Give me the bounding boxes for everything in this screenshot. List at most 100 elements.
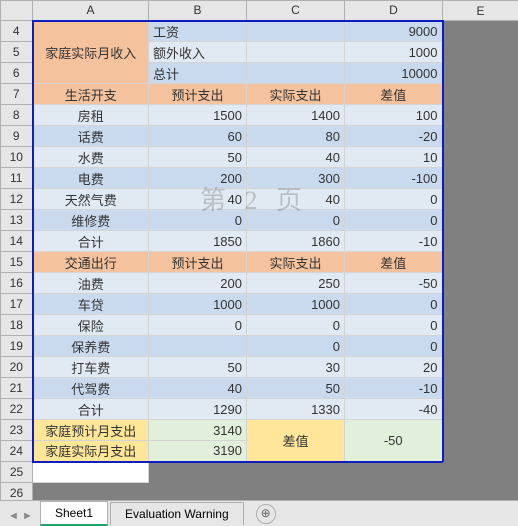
- row-header[interactable]: 25: [1, 462, 33, 483]
- row-header[interactable]: 18: [1, 315, 33, 336]
- cell[interactable]: 合计: [33, 399, 149, 420]
- cell[interactable]: 40: [149, 378, 247, 399]
- cell[interactable]: 200: [149, 273, 247, 294]
- row-header[interactable]: 23: [1, 420, 33, 441]
- row-header[interactable]: 7: [1, 84, 33, 105]
- cell[interactable]: 1000: [247, 294, 345, 315]
- cell[interactable]: 1000: [149, 294, 247, 315]
- row-header[interactable]: 26: [1, 483, 33, 501]
- col-header[interactable]: C: [247, 1, 345, 21]
- sheet-tab[interactable]: Evaluation Warning: [110, 502, 244, 525]
- cell-empty[interactable]: [345, 483, 443, 501]
- cell-diff-label[interactable]: 差值: [247, 420, 345, 462]
- cell[interactable]: 房租: [33, 105, 149, 126]
- cell[interactable]: 1000: [345, 42, 443, 63]
- cell[interactable]: 维修费: [33, 210, 149, 231]
- cell[interactable]: 1860: [247, 231, 345, 252]
- row-header[interactable]: 15: [1, 252, 33, 273]
- cell-empty[interactable]: [443, 420, 518, 441]
- spreadsheet-area[interactable]: 第 2 页 A B C D E 4 家庭实际月收入 工资 9000 5 额外收入…: [0, 0, 518, 500]
- cell-empty[interactable]: [247, 483, 345, 501]
- cell[interactable]: [247, 21, 345, 42]
- cell[interactable]: 合计: [33, 231, 149, 252]
- cell[interactable]: 话费: [33, 126, 149, 147]
- row-header[interactable]: 21: [1, 378, 33, 399]
- cell-diff-value[interactable]: -50: [345, 420, 443, 462]
- cell[interactable]: 30: [247, 357, 345, 378]
- cell-empty[interactable]: [443, 126, 518, 147]
- cell[interactable]: 1400: [247, 105, 345, 126]
- col-header[interactable]: A: [33, 1, 149, 21]
- col-header[interactable]: D: [345, 1, 443, 21]
- row-header[interactable]: 12: [1, 189, 33, 210]
- row-header[interactable]: 5: [1, 42, 33, 63]
- cell[interactable]: -10: [345, 231, 443, 252]
- cell-empty[interactable]: [443, 63, 518, 84]
- cell[interactable]: 1330: [247, 399, 345, 420]
- cell-empty[interactable]: [443, 21, 518, 42]
- select-all-corner[interactable]: [1, 1, 33, 21]
- cell[interactable]: [33, 462, 149, 483]
- sheet-tab-active[interactable]: Sheet1: [40, 501, 108, 526]
- cell[interactable]: [149, 336, 247, 357]
- cell[interactable]: 80: [247, 126, 345, 147]
- cell[interactable]: 生活开支: [33, 84, 149, 105]
- cell-empty[interactable]: [443, 441, 518, 462]
- row-header[interactable]: 14: [1, 231, 33, 252]
- cell[interactable]: 预计支出: [149, 252, 247, 273]
- cell[interactable]: 0: [247, 336, 345, 357]
- cell-empty[interactable]: [443, 399, 518, 420]
- cell[interactable]: 0: [345, 210, 443, 231]
- cell[interactable]: 60: [149, 126, 247, 147]
- cell-empty[interactable]: [247, 462, 345, 483]
- row-header[interactable]: 8: [1, 105, 33, 126]
- cell[interactable]: 车贷: [33, 294, 149, 315]
- cell[interactable]: 0: [149, 315, 247, 336]
- cell[interactable]: 0: [247, 210, 345, 231]
- cell-empty[interactable]: [443, 42, 518, 63]
- cell[interactable]: 50: [149, 147, 247, 168]
- cell[interactable]: 预计支出: [149, 84, 247, 105]
- cell[interactable]: 0: [345, 189, 443, 210]
- cell-empty[interactable]: [443, 336, 518, 357]
- cell[interactable]: 0: [345, 294, 443, 315]
- col-header[interactable]: E: [443, 1, 518, 21]
- cell[interactable]: 250: [247, 273, 345, 294]
- cell-income-title[interactable]: 家庭实际月收入: [33, 21, 149, 84]
- cell[interactable]: 1850: [149, 231, 247, 252]
- cell[interactable]: 0: [149, 210, 247, 231]
- cell[interactable]: 代驾费: [33, 378, 149, 399]
- cell[interactable]: 50: [247, 378, 345, 399]
- cell[interactable]: 工资: [149, 21, 247, 42]
- cell[interactable]: 0: [247, 315, 345, 336]
- cell[interactable]: 0: [345, 336, 443, 357]
- col-header[interactable]: B: [149, 1, 247, 21]
- row-header[interactable]: 19: [1, 336, 33, 357]
- cell[interactable]: 40: [149, 189, 247, 210]
- cell[interactable]: 1290: [149, 399, 247, 420]
- cell[interactable]: -50: [345, 273, 443, 294]
- cell[interactable]: 9000: [345, 21, 443, 42]
- cell-empty[interactable]: [149, 462, 247, 483]
- row-header[interactable]: 4: [1, 21, 33, 42]
- cell-empty[interactable]: [443, 105, 518, 126]
- row-header[interactable]: 11: [1, 168, 33, 189]
- cell-empty[interactable]: [443, 315, 518, 336]
- cell[interactable]: 3140: [149, 420, 247, 441]
- cell-empty[interactable]: [33, 483, 149, 501]
- cell[interactable]: 20: [345, 357, 443, 378]
- cell[interactable]: -20: [345, 126, 443, 147]
- cell[interactable]: 保险: [33, 315, 149, 336]
- cell[interactable]: 家庭实际月支出: [33, 441, 149, 462]
- row-header[interactable]: 13: [1, 210, 33, 231]
- cell[interactable]: 家庭预计月支出: [33, 420, 149, 441]
- cell[interactable]: 保养费: [33, 336, 149, 357]
- cell[interactable]: 打车费: [33, 357, 149, 378]
- cell-empty[interactable]: [443, 273, 518, 294]
- cell-empty[interactable]: [443, 84, 518, 105]
- cell-empty[interactable]: [443, 378, 518, 399]
- cell[interactable]: 实际支出: [247, 252, 345, 273]
- cell-empty[interactable]: [149, 483, 247, 501]
- cell[interactable]: 总计: [149, 63, 247, 84]
- cell[interactable]: 实际支出: [247, 84, 345, 105]
